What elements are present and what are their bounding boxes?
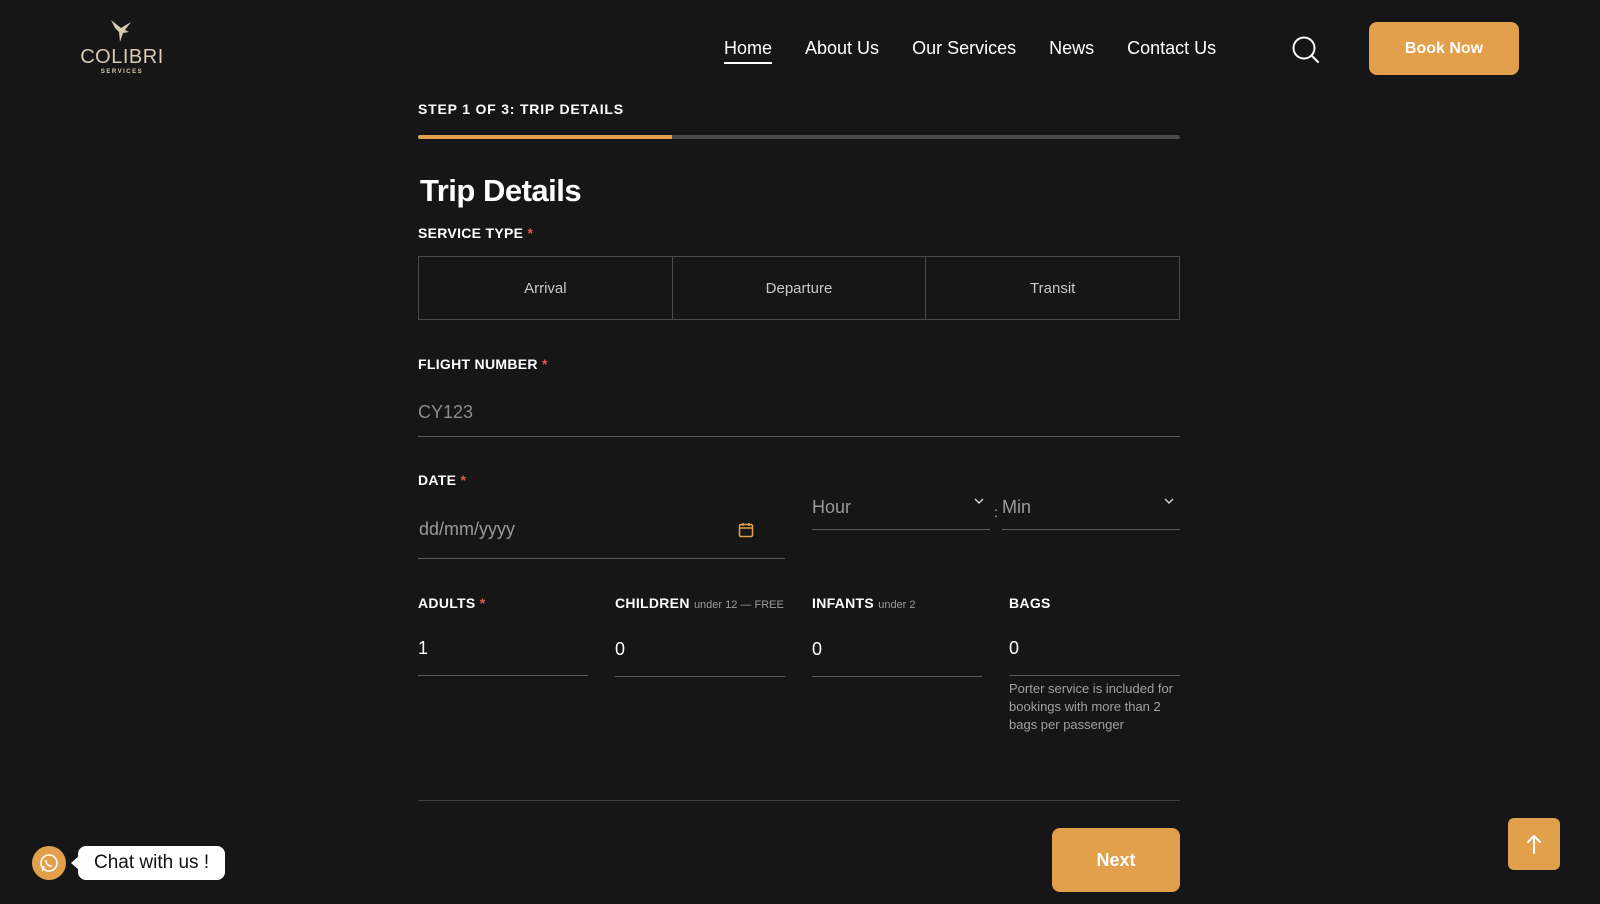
flight-number-label-text: FLIGHT NUMBER [418,356,538,372]
booking-form: STEP 1 OF 3: TRIP DETAILS Trip Details S… [418,100,1180,892]
search-icon [1292,36,1319,63]
date-label-text: DATE [418,472,457,488]
book-now-button[interactable]: Book Now [1369,22,1519,75]
hour-select[interactable]: Hour [812,492,990,530]
service-option-departure[interactable]: Departure [673,257,927,319]
chevron-down-icon [974,498,984,505]
next-button[interactable]: Next [1052,828,1180,892]
date-placeholder: dd/mm/yyyy [419,519,516,539]
children-label-text: CHILDREN [615,595,690,611]
infants-label: INFANTS under 2 [812,594,916,614]
bags-label: BAGS [1009,594,1051,612]
bags-note: Porter service is included for bookings … [1009,681,1174,732]
flight-number-label: FLIGHT NUMBER * [418,355,548,373]
bags-label-text: BAGS [1009,595,1051,611]
hour-select-value: Hour [812,497,852,517]
step-indicator: STEP 1 OF 3: TRIP DETAILS [418,101,624,117]
page-title: Trip Details [420,173,582,208]
date-label: DATE * [418,471,466,489]
required-mark: * [527,225,534,241]
infants-input[interactable]: 0 [812,627,982,677]
chevron-down-icon [1164,498,1174,505]
bags-input[interactable]: 0 [1009,626,1180,676]
brand-tagline: SERVICES [100,69,144,75]
progress-fill [418,135,672,139]
nav-item-home[interactable]: Home [724,36,773,64]
chat-label[interactable]: Chat with us ! [70,846,226,880]
scroll-to-top-button[interactable] [1508,818,1560,870]
time-separator: : [994,504,998,520]
nav-item-news[interactable]: News [1049,36,1094,64]
nav-item-about-us[interactable]: About Us [805,36,879,64]
minute-select[interactable]: Min [1002,492,1180,530]
progress-bar [418,135,1180,139]
children-label: CHILDREN under 12 — FREE [615,594,784,614]
adults-label-text: ADULTS [418,595,476,611]
infants-label-text: INFANTS [812,595,874,611]
form-divider [418,800,1180,801]
whatsapp-icon[interactable] [32,846,66,880]
main-nav: Home About Us Our Services News Contact … [724,36,1216,64]
required-mark: * [460,472,467,488]
search-button[interactable] [1290,34,1322,66]
children-input[interactable]: 0 [615,627,785,677]
service-type-label-text: SERVICE TYPE [418,225,524,241]
service-type-label: SERVICE TYPE * [418,224,533,242]
infants-hint: under 2 [878,599,916,611]
whatsapp-glyph [40,854,58,872]
brand-logo[interactable]: COLIBRI SERVICES [76,16,168,76]
required-mark: * [541,356,548,372]
service-type-selector: Arrival Departure Transit [418,256,1180,320]
children-hint: under 12 — FREE [693,599,784,611]
nav-item-our-services[interactable]: Our Services [912,36,1016,64]
chat-widget[interactable]: Chat with us ! [32,846,226,880]
nav-item-contact-us[interactable]: Contact Us [1127,36,1216,64]
adults-label: ADULTS * [418,594,486,612]
required-mark: * [479,595,486,611]
minute-select-value: Min [1002,497,1032,517]
service-option-arrival[interactable]: Arrival [419,257,673,319]
service-option-transit[interactable]: Transit [926,257,1179,319]
date-input[interactable]: dd/mm/yyyy [418,505,785,559]
brand-name: COLIBRI [80,46,164,68]
calendar-icon[interactable] [738,522,754,538]
hummingbird-icon [111,20,131,42]
arrow-up-icon [1527,835,1541,854]
adults-input[interactable]: 1 [418,626,588,676]
flight-number-input[interactable] [418,388,1180,437]
